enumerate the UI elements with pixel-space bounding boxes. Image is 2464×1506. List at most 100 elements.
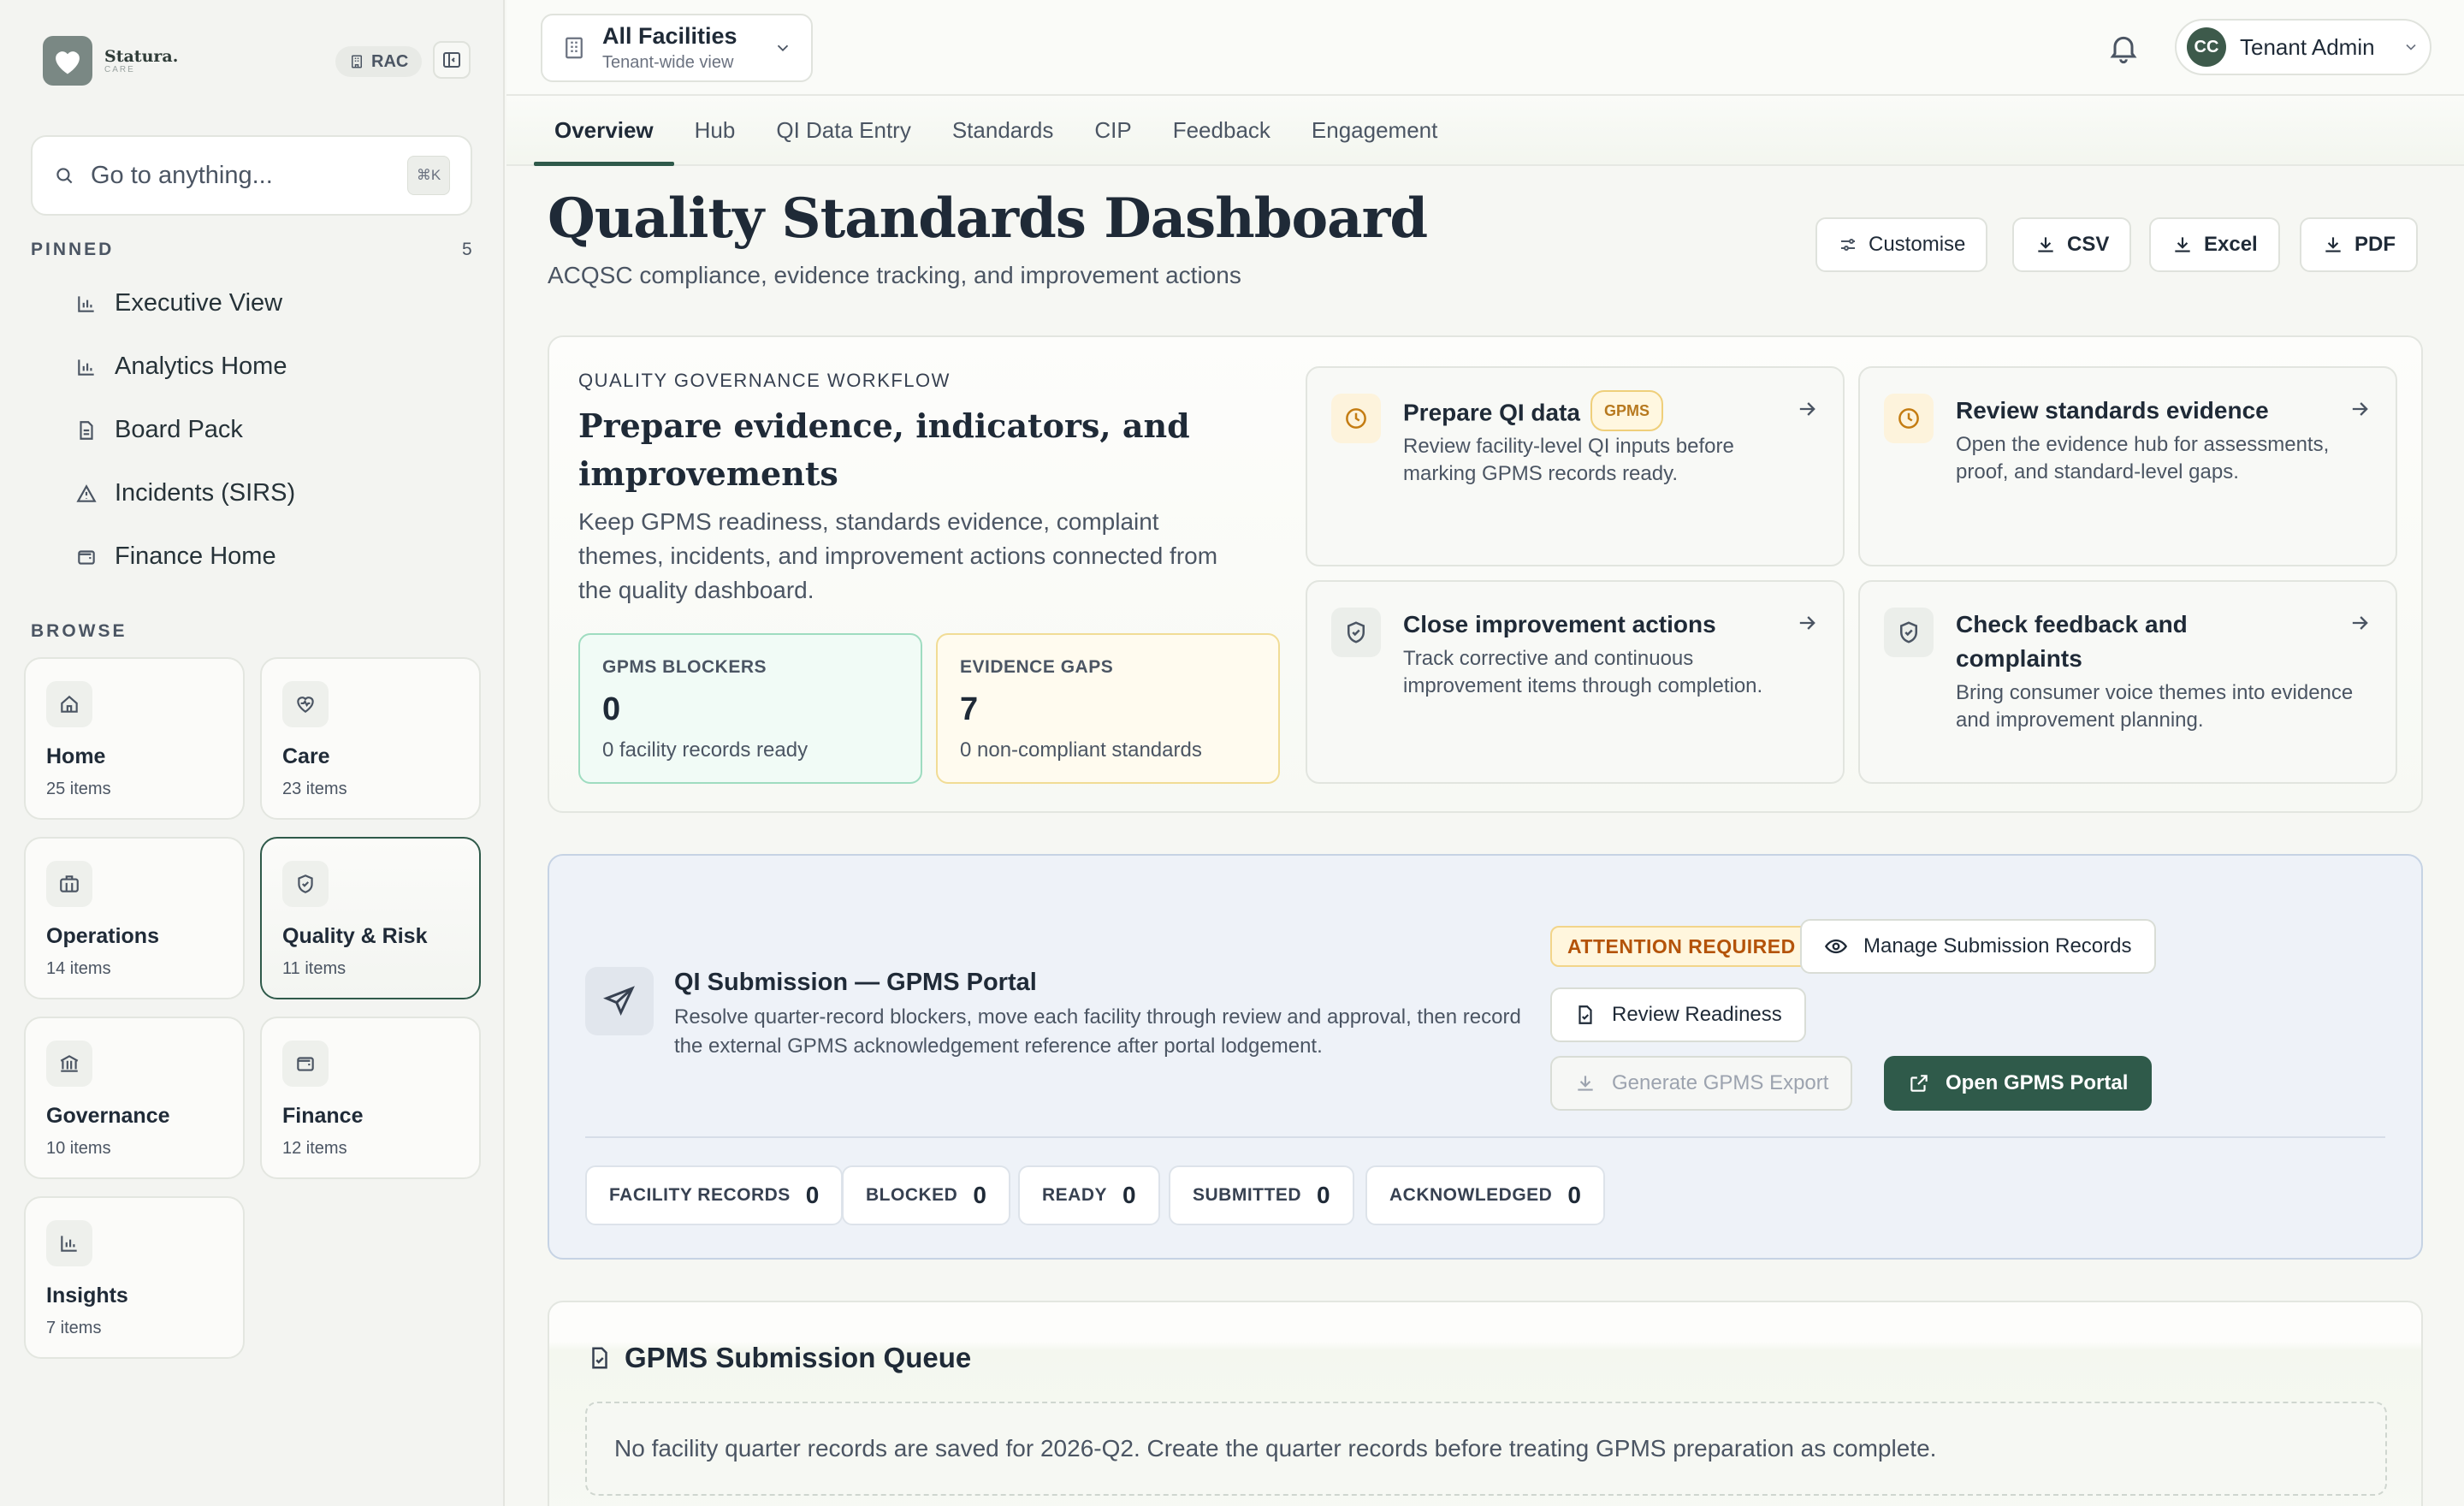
chevron-down-icon	[2402, 39, 2420, 56]
arrow-right-icon	[1795, 611, 1819, 635]
tab-standards[interactable]: Standards	[932, 96, 1075, 164]
stat-label: READY	[1042, 1185, 1108, 1205]
user-menu[interactable]: CC Tenant Admin	[2175, 19, 2431, 75]
tile-count: 23 items	[282, 780, 347, 798]
browse-tile-finance[interactable]: Finance 12 items	[260, 1017, 481, 1179]
stat-blocked: BLOCKED 0	[842, 1165, 1010, 1225]
generate-gpms-export-button[interactable]: Generate GPMS Export	[1550, 1056, 1853, 1111]
manage-submission-records-button[interactable]: Manage Submission Records	[1800, 919, 2156, 974]
stat-value: 0	[805, 1182, 820, 1208]
page-subtitle: ACQSC compliance, evidence tracking, and…	[548, 262, 1241, 288]
browse-tile-governance[interactable]: Governance 10 items	[24, 1017, 245, 1179]
facility-title: All Facilities	[602, 23, 737, 49]
search-input[interactable]: Go to anything...	[91, 162, 392, 190]
pinned-item-board-pack[interactable]: Board Pack	[75, 416, 243, 444]
pinned-item-analytics-home[interactable]: Analytics Home	[75, 353, 287, 381]
button-label: Manage Submission Records	[1863, 934, 2132, 958]
gpms-badge: GPMS	[1590, 390, 1663, 431]
sidebar: Statura. CARE RAC Go to anything... ⌘K P…	[0, 0, 505, 1506]
stat-facility-records: FACILITY RECORDS 0	[585, 1165, 844, 1225]
pinned-item-label: Finance Home	[115, 543, 276, 570]
tab-hub[interactable]: Hub	[674, 96, 756, 164]
quality-governance-workflow: QUALITY GOVERNANCE WORKFLOW Prepare evid…	[548, 335, 2423, 813]
tile-count: 12 items	[282, 1139, 347, 1158]
pinned-item-executive-view[interactable]: Executive View	[75, 289, 282, 317]
browse-tile-insights[interactable]: Insights 7 items	[24, 1196, 245, 1359]
review-readiness-button[interactable]: Review Readiness	[1550, 987, 1806, 1042]
workflow-card-body: Review facility-level QI inputs before m…	[1403, 435, 1734, 485]
browse-tile-quality-risk[interactable]: Quality & Risk 11 items	[260, 837, 481, 999]
tile-name: Insights	[46, 1284, 128, 1307]
arrow-right-icon	[2348, 611, 2372, 635]
tile-count: 10 items	[46, 1139, 111, 1158]
browse-tile-home[interactable]: Home 25 items	[24, 657, 245, 820]
workflow-card-title: Review standards evidence	[1956, 397, 2269, 424]
pinned-item-finance-home[interactable]: Finance Home	[75, 543, 276, 571]
export-csv-button[interactable]: CSV	[2012, 217, 2132, 272]
section-tabs: Overview Hub QI Data Entry Standards CIP…	[506, 96, 2464, 166]
gpms-blockers-metric: GPMS BLOCKERS 0 0 facility records ready	[578, 633, 922, 784]
csv-label: CSV	[2067, 233, 2110, 256]
building-icon	[561, 35, 587, 61]
workflow-card-body: Open the evidence hub for assessments, p…	[1956, 433, 2330, 483]
shield-check-icon	[282, 861, 329, 907]
stat-label: SUBMITTED	[1193, 1185, 1301, 1205]
download-icon	[2322, 234, 2344, 256]
customise-button[interactable]: Customise	[1815, 217, 1988, 272]
open-gpms-portal-button[interactable]: Open GPMS Portal	[1884, 1056, 2153, 1111]
tile-name: Finance	[282, 1104, 364, 1128]
export-pdf-button[interactable]: PDF	[2300, 217, 2418, 272]
collapse-sidebar-button[interactable]	[433, 41, 471, 79]
export-excel-button[interactable]: Excel	[2149, 217, 2280, 272]
metric-label: GPMS BLOCKERS	[602, 657, 767, 677]
tab-qi-data-entry[interactable]: QI Data Entry	[755, 96, 932, 164]
notifications-button[interactable]	[2106, 31, 2141, 65]
tab-overview[interactable]: Overview	[534, 96, 674, 166]
shield-check-icon	[1331, 608, 1381, 657]
rac-badge-label: RAC	[371, 51, 409, 71]
brand-logo[interactable]: Statura. CARE	[43, 36, 178, 86]
tab-cip[interactable]: CIP	[1074, 96, 1152, 164]
stat-submitted: SUBMITTED 0	[1169, 1165, 1354, 1225]
metric-label: EVIDENCE GAPS	[960, 657, 1114, 677]
facility-subtitle: Tenant-wide view	[602, 53, 734, 72]
workflow-card-close-improvement-actions[interactable]: Close improvement actions Track correcti…	[1306, 580, 1845, 784]
global-search[interactable]: Go to anything... ⌘K	[31, 135, 472, 216]
button-label: Open GPMS Portal	[1946, 1071, 2129, 1094]
browse-tile-care[interactable]: Care 23 items	[260, 657, 481, 820]
home-icon	[46, 681, 92, 727]
user-name: Tenant Admin	[2240, 33, 2375, 60]
tab-feedback[interactable]: Feedback	[1152, 96, 1291, 164]
clock-icon	[1884, 394, 1934, 443]
customise-label: Customise	[1869, 233, 1966, 256]
workflow-card-check-feedback-complaints[interactable]: Check feedback and complaints Bring cons…	[1858, 580, 2397, 784]
browse-tile-operations[interactable]: Operations 14 items	[24, 837, 245, 999]
metric-note: 0 facility records ready	[602, 738, 808, 762]
download-icon	[1574, 1072, 1596, 1094]
tab-engagement[interactable]: Engagement	[1291, 96, 1458, 164]
workflow-card-prepare-qi-data[interactable]: Prepare QI data GPMS Review facility-leve…	[1306, 366, 1845, 566]
facility-selector[interactable]: All Facilities Tenant-wide view	[541, 14, 813, 82]
workflow-description: Keep GPMS readiness, standards evidence,…	[578, 508, 1218, 603]
brand-name: Statura.	[104, 46, 179, 66]
top-bar: All Facilities Tenant-wide view CC Tenan…	[506, 0, 2464, 96]
pinned-item-label: Analytics Home	[115, 353, 287, 380]
eye-icon	[1824, 934, 1848, 958]
pinned-item-incidents-sirs[interactable]: Incidents (SIRS)	[75, 479, 295, 507]
wallet-icon	[282, 1041, 329, 1087]
tile-name: Quality & Risk	[282, 924, 428, 948]
tile-name: Operations	[46, 924, 159, 948]
warning-triangle-icon	[75, 483, 98, 505]
rac-badge[interactable]: RAC	[335, 46, 423, 77]
search-icon	[53, 164, 75, 187]
pinned-heading: PINNED	[31, 240, 115, 259]
external-link-icon	[1908, 1072, 1930, 1094]
tile-count: 7 items	[46, 1319, 102, 1337]
shield-check-icon	[1884, 608, 1934, 657]
workflow-card-review-standards-evidence[interactable]: Review standards evidence Open the evide…	[1858, 366, 2397, 566]
stat-label: FACILITY RECORDS	[609, 1185, 791, 1205]
workflow-kicker: QUALITY GOVERNANCE WORKFLOW	[578, 370, 951, 391]
workflow-card-body: Track corrective and continuous improvem…	[1403, 647, 1763, 697]
pinned-item-label: Board Pack	[115, 416, 243, 443]
excel-label: Excel	[2204, 233, 2258, 256]
